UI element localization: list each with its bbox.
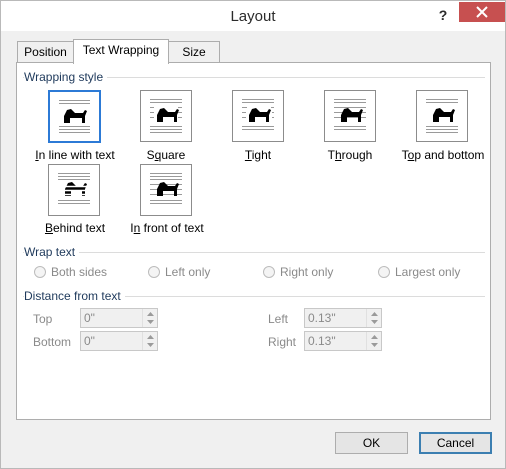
distance-heading: Distance from text xyxy=(24,289,125,303)
spin-up-icon xyxy=(147,312,154,316)
spin-arrows[interactable] xyxy=(366,332,381,350)
top-and-bottom-icon xyxy=(426,99,458,133)
wrap-top-bottom-option[interactable] xyxy=(416,90,468,142)
spin-down-icon xyxy=(147,320,154,324)
behind-text-icon xyxy=(58,173,90,204)
spin-arrows[interactable] xyxy=(142,332,157,350)
radio-circle xyxy=(34,266,46,278)
radio-circle xyxy=(378,266,390,278)
help-button[interactable]: ? xyxy=(433,5,453,25)
spin-up-icon xyxy=(147,335,154,339)
spin-down-icon xyxy=(147,343,154,347)
wrap-square-option[interactable] xyxy=(140,90,192,142)
wrap-tight-option[interactable] xyxy=(232,90,284,142)
square-label: Square xyxy=(146,148,186,162)
left-label: Left xyxy=(268,312,289,326)
wrap-in-front-option[interactable] xyxy=(140,164,192,216)
cancel-button[interactable]: Cancel xyxy=(419,432,492,454)
top-label: Top xyxy=(33,312,53,326)
spin-down-icon xyxy=(371,320,378,324)
close-icon xyxy=(476,6,488,18)
in-front-of-text-label: In front of text xyxy=(130,221,204,235)
wrapping-style-heading: Wrapping style xyxy=(24,70,108,84)
spin-up-icon xyxy=(371,335,378,339)
layout-dialog: Layout ? Position Text Wrapping Size Wra… xyxy=(0,0,506,469)
spin-arrows[interactable] xyxy=(366,309,381,327)
spin-down-icon xyxy=(371,343,378,347)
radio-circle xyxy=(263,266,275,278)
tab-position[interactable]: Position xyxy=(17,41,74,63)
spin-up-icon xyxy=(371,312,378,316)
right-distance-input[interactable]: 0.13" xyxy=(304,331,382,351)
tight-wrap-icon xyxy=(242,99,274,130)
wrap-through-option[interactable] xyxy=(324,90,376,142)
in-front-of-text-icon xyxy=(150,173,182,204)
tab-size[interactable]: Size xyxy=(168,41,220,63)
wrap-behind-text-option[interactable] xyxy=(48,164,100,216)
bottom-label: Bottom xyxy=(33,335,72,349)
wrap-inline-option[interactable] xyxy=(48,90,101,143)
radio-circle xyxy=(148,266,160,278)
square-wrap-icon xyxy=(150,99,182,133)
bottom-distance-input[interactable]: 0" xyxy=(80,331,158,351)
tab-text-wrapping[interactable]: Text Wrapping xyxy=(73,39,169,64)
through-label: Through xyxy=(327,148,373,162)
right-label: Right xyxy=(268,335,297,349)
through-wrap-icon xyxy=(334,99,366,130)
spin-arrows[interactable] xyxy=(142,309,157,327)
inline-with-text-label: In line with text xyxy=(35,148,115,162)
ok-button[interactable]: OK xyxy=(335,432,408,454)
dialog-title: Layout xyxy=(230,8,276,25)
section-divider xyxy=(23,252,485,253)
close-button[interactable] xyxy=(459,2,505,22)
wrap-text-heading: Wrap text xyxy=(24,245,80,259)
top-distance-input[interactable]: 0" xyxy=(80,308,158,328)
tight-label: Tight xyxy=(244,148,272,162)
left-distance-input[interactable]: 0.13" xyxy=(304,308,382,328)
behind-text-label: Behind text xyxy=(44,221,106,235)
title-bar: Layout ? xyxy=(1,1,505,31)
text-wrapping-panel: Wrapping style In line with text Square … xyxy=(16,62,491,420)
top-and-bottom-label: Top and bottom xyxy=(401,148,485,162)
inline-with-text-icon xyxy=(59,100,90,133)
